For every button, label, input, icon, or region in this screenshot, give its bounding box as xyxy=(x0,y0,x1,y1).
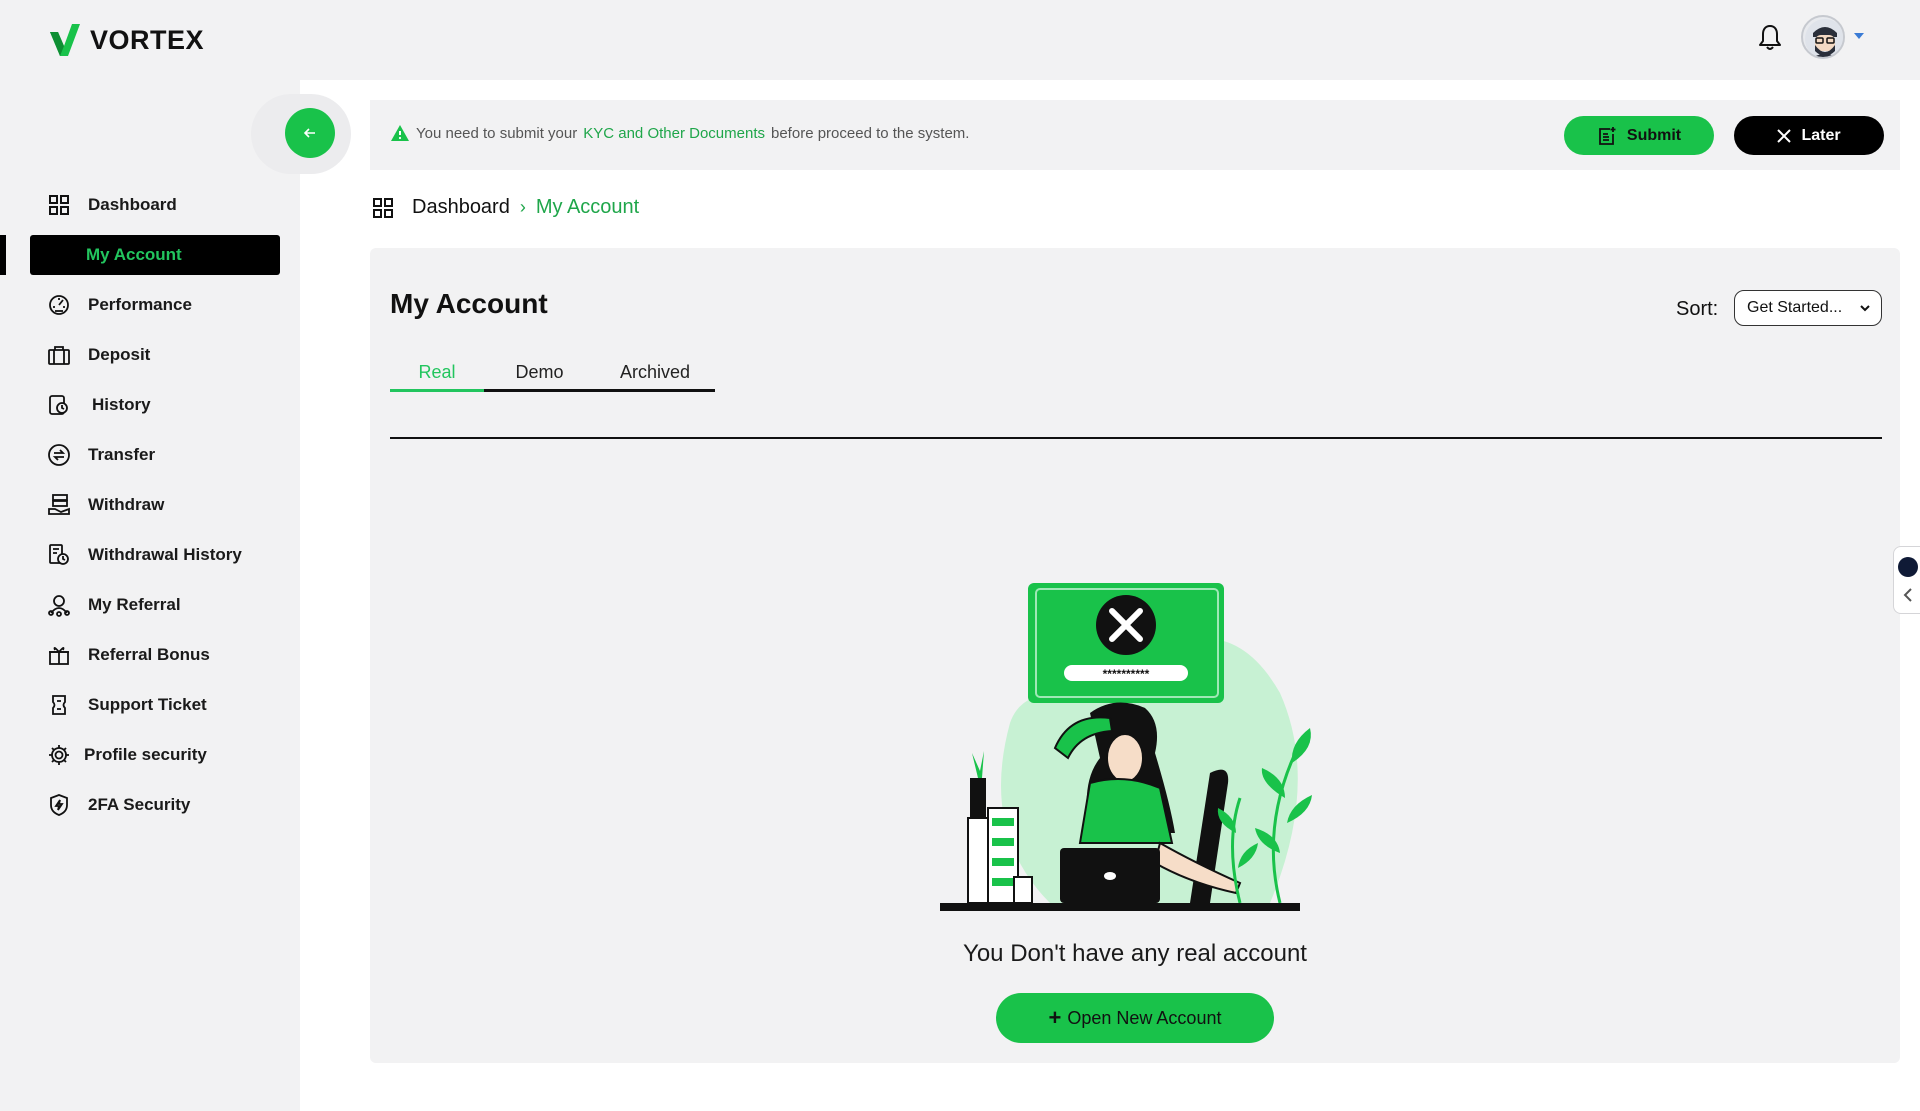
submit-kyc-button[interactable]: Submit xyxy=(1564,116,1714,155)
later-label: Later xyxy=(1801,126,1841,144)
sort-select[interactable]: Get Started... xyxy=(1734,290,1882,326)
sidebar-item-support-ticket[interactable]: Support Ticket xyxy=(30,685,280,725)
plus-icon: + xyxy=(1048,1005,1062,1030)
account-tabs: Real Demo Archived xyxy=(390,356,715,392)
sidebar-item-deposit[interactable]: Deposit xyxy=(30,335,280,375)
tab-demo[interactable]: Demo xyxy=(484,356,595,392)
sidebar-item-label: 2FA Security xyxy=(88,795,191,814)
password-mask: ********** xyxy=(1103,667,1150,681)
sidebar-item-label: Support Ticket xyxy=(88,695,207,714)
sidebar-item-label: Performance xyxy=(88,295,192,314)
breadcrumb-current: My Account xyxy=(535,196,640,218)
sidebar-item-label: Profile security xyxy=(84,745,207,764)
withdrawal-history-icon xyxy=(46,542,72,568)
sidebar-item-withdrawal-history[interactable]: Withdrawal History xyxy=(30,535,280,575)
gift-icon xyxy=(46,642,72,668)
side-widget-tab[interactable] xyxy=(1893,546,1920,614)
grid-icon xyxy=(46,192,72,218)
sidebar-item-label: My Referral xyxy=(88,595,181,614)
sidebar-item-profile-security[interactable]: Profile security xyxy=(30,735,280,775)
active-indicator xyxy=(0,235,6,275)
chevron-right-icon: › xyxy=(519,197,526,217)
gauge-icon xyxy=(46,292,72,318)
tabs-divider xyxy=(390,437,1882,439)
shield-icon xyxy=(46,792,72,818)
chat-widget-icon[interactable] xyxy=(1898,557,1918,577)
sidebar-item-label: Dashboard xyxy=(88,195,177,214)
sort-value: Get Started... xyxy=(1747,299,1843,316)
user-avatar[interactable] xyxy=(1801,15,1845,59)
open-new-account-button[interactable]: + Open New Account xyxy=(996,993,1274,1043)
sidebar-item-label: My Account xyxy=(86,245,182,264)
brand-name: VORTEX xyxy=(90,24,205,55)
sidebar-item-label: Withdrawal History xyxy=(88,545,242,564)
grid-icon xyxy=(373,197,393,218)
kyc-text-after: before proceed to the system. xyxy=(771,124,970,142)
empty-state-message: You Don't have any real account xyxy=(963,940,1307,967)
sidebar-item-transfer[interactable]: Transfer xyxy=(30,435,280,475)
logo[interactable]: VORTEX xyxy=(48,22,204,58)
collapse-sidebar-button[interactable] xyxy=(285,108,335,158)
no-account-illustration: ********** xyxy=(940,583,1312,911)
sidebar-item-dashboard[interactable]: Dashboard xyxy=(30,185,280,225)
breadcrumb: Dashboard › My Account xyxy=(372,196,639,219)
sidebar-item-referral-bonus[interactable]: Referral Bonus xyxy=(30,635,280,675)
referral-icon xyxy=(46,592,72,618)
submit-label: Submit xyxy=(1626,126,1682,144)
arrow-left-icon xyxy=(303,128,315,138)
gear-icon xyxy=(46,742,72,768)
sort-label: Sort: xyxy=(1676,298,1719,320)
briefcase-icon xyxy=(46,342,72,368)
chevron-down-icon[interactable] xyxy=(1854,33,1864,39)
tab-real[interactable]: Real xyxy=(390,356,484,392)
kyc-text-before: You need to submit your xyxy=(416,124,578,142)
chevron-left-icon[interactable] xyxy=(1902,587,1914,603)
close-icon xyxy=(1777,128,1792,143)
ticket-icon xyxy=(46,692,72,718)
warning-icon xyxy=(391,125,409,141)
sidebar-item-label: Deposit xyxy=(88,345,151,364)
bell-icon[interactable] xyxy=(1756,22,1784,52)
vortex-logo-icon xyxy=(50,24,80,56)
kyc-documents-link[interactable]: KYC and Other Documents xyxy=(583,125,765,142)
sidebar-item-label: History xyxy=(92,395,151,414)
page-title: My Account xyxy=(390,288,548,319)
sidebar-item-performance[interactable]: Performance xyxy=(30,285,280,325)
breadcrumb-dashboard[interactable]: Dashboard xyxy=(412,196,510,219)
kyc-message: You need to submit your KYC and Other Do… xyxy=(390,124,969,142)
tab-archived[interactable]: Archived xyxy=(595,356,715,392)
sidebar-item-label: Referral Bonus xyxy=(88,645,210,664)
withdraw-icon xyxy=(46,492,72,518)
top-bar: VORTEX xyxy=(0,0,1920,80)
chevron-down-icon xyxy=(1860,305,1870,312)
sidebar-item-label: Transfer xyxy=(88,445,156,464)
transfer-icon xyxy=(46,442,72,468)
account-card: My Account Sort: Get Started... Real Dem… xyxy=(370,248,1900,1063)
open-new-account-label: Open New Account xyxy=(1067,1007,1222,1028)
document-add-icon xyxy=(1598,126,1616,145)
sidebar-item-withdraw[interactable]: Withdraw xyxy=(30,485,280,525)
later-button[interactable]: Later xyxy=(1734,116,1884,155)
avatar-face-icon xyxy=(1805,19,1843,57)
history-icon xyxy=(46,392,72,418)
sidebar-item-history[interactable]: History xyxy=(30,385,280,425)
sidebar-item-my-referral[interactable]: My Referral xyxy=(30,585,280,625)
sidebar-item-2fa-security[interactable]: 2FA Security xyxy=(30,785,280,825)
sidebar-item-label: Withdraw xyxy=(88,495,165,514)
sidebar-item-my-account[interactable]: My Account xyxy=(30,235,280,275)
